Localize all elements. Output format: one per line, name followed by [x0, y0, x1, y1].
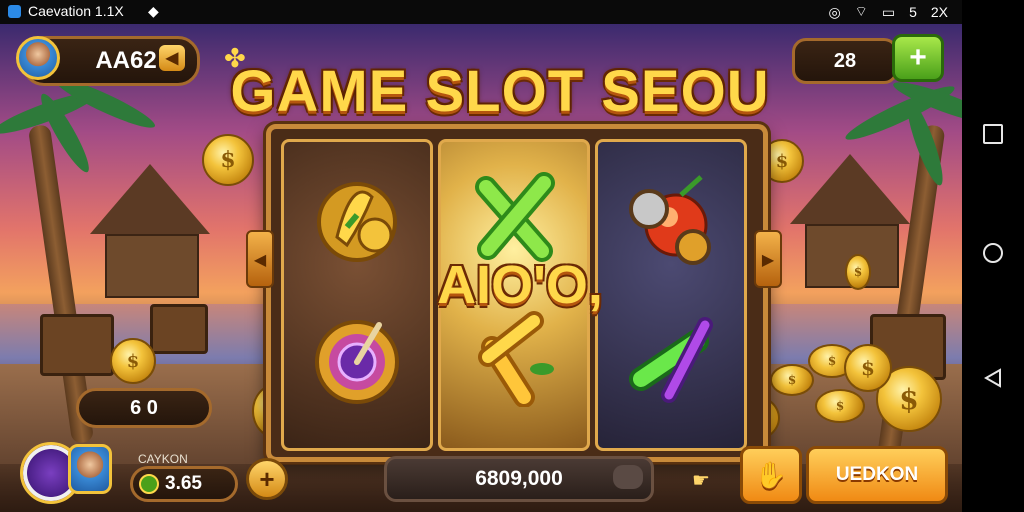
- game-scene: $ $ $ $ $ $ $ $ $ $ $ GAME SLOT SEOU ✤ A…: [0, 24, 962, 512]
- red-bomb-icon: [629, 175, 711, 265]
- spin-button[interactable]: UEDKON: [806, 446, 948, 504]
- purple-green-bar-icon: [629, 317, 713, 403]
- bet-amount-field[interactable]: 6809,000: [384, 456, 654, 502]
- bet-amount: 6809,000: [475, 467, 563, 490]
- plus-icon: +: [909, 41, 927, 74]
- bottom-balance: 3.65: [165, 473, 202, 494]
- reel-right-arrow[interactable]: ▶: [754, 230, 782, 288]
- back-button[interactable]: [983, 368, 1003, 388]
- location-icon: ◎: [828, 3, 841, 20]
- player-name: AA62: [95, 47, 157, 74]
- battery-icon: ▭: [881, 3, 896, 20]
- bet-toggle[interactable]: [613, 465, 643, 489]
- left-value-pill: 6 0: [76, 388, 212, 428]
- status-bar: Caevation 1.1X ◆ ◎ ⌔ ▭ 5 2X: [0, 0, 962, 24]
- golden-scroll-icon: [317, 182, 397, 262]
- add-balance-button[interactable]: +: [246, 458, 288, 500]
- green-x-icon: [475, 172, 555, 262]
- status-text-1: 5: [909, 4, 917, 20]
- spin-button-label: UEDKON: [835, 464, 919, 485]
- spin-hand-icon: ✋: [754, 459, 788, 490]
- coin-icon: $: [770, 364, 814, 396]
- coin-icon: $: [845, 254, 871, 290]
- status-app-label: Caevation 1.1X: [28, 3, 124, 19]
- win-banner: AIO'O,: [437, 255, 603, 315]
- right-arrow-icon: ▶: [761, 249, 775, 269]
- status-icons: ◎ ⌔ ▭ 5 2X: [828, 3, 948, 21]
- gold-bar-icon: [478, 311, 554, 407]
- coin-icon: $: [815, 389, 865, 423]
- top-right-value: 28: [833, 49, 857, 72]
- hut-left: [90, 164, 210, 298]
- collapse-arrow-icon[interactable]: ◀: [159, 45, 185, 71]
- crate-left: [40, 314, 114, 376]
- hand-pointer-icon: ☛: [692, 468, 710, 492]
- top-right-counter: 28: [792, 38, 898, 84]
- coin-icon: $: [844, 344, 892, 392]
- notification-icon: ◆: [148, 3, 159, 19]
- crate-left-2: [150, 304, 208, 354]
- plus-icon: +: [259, 463, 275, 494]
- reel-3: [595, 139, 747, 451]
- status-text-2: 2X: [930, 4, 948, 20]
- reel-1: [281, 139, 433, 451]
- square-icon: [983, 124, 1003, 144]
- add-credits-button[interactable]: +: [892, 34, 944, 82]
- auto-spin-button[interactable]: ✋: [740, 446, 802, 504]
- gem-icon: [139, 474, 159, 494]
- player-avatar[interactable]: [16, 36, 60, 80]
- bottom-label: CAYKON: [138, 452, 188, 466]
- purple-gem-icon: [315, 320, 399, 404]
- clover-icon: ✤: [224, 44, 246, 74]
- circle-icon: [983, 243, 1003, 263]
- balance-pill: 3.65: [130, 466, 238, 502]
- home-button[interactable]: [983, 243, 1003, 263]
- coin-icon: $: [110, 338, 156, 384]
- bottom-avatar[interactable]: [68, 444, 112, 494]
- reel-left-arrow[interactable]: ◀: [246, 230, 274, 288]
- system-nav-bar: [962, 0, 1024, 512]
- left-value: 6 0: [130, 396, 158, 419]
- wifi-icon: ⌔: [854, 3, 868, 19]
- left-arrow-icon: ◀: [253, 249, 267, 269]
- recents-button[interactable]: [983, 124, 1003, 144]
- back-triangle-icon: [984, 368, 1001, 388]
- app-badge-icon: [8, 5, 21, 18]
